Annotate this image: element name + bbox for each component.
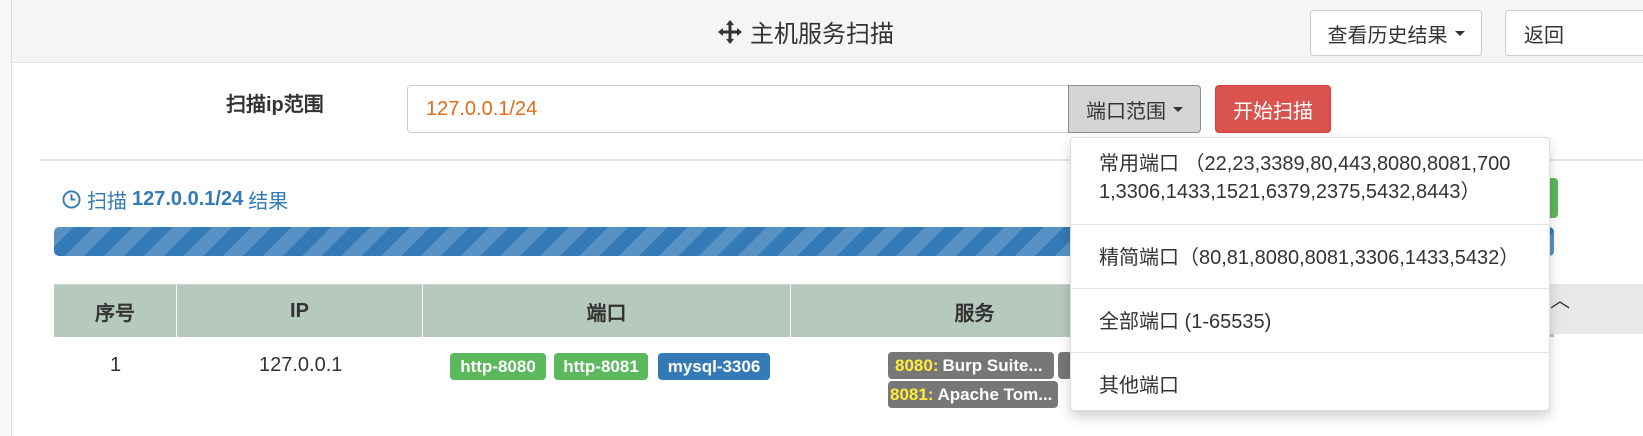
- service-badge: 8080: Burp Suite...: [888, 352, 1054, 379]
- dropdown-item-all-ports[interactable]: 全部端口 (1-65535): [1071, 308, 1549, 336]
- result-prefix: 扫描: [87, 191, 127, 213]
- result-heading: 扫描 127.0.0.1/24 结果: [62, 185, 288, 214]
- caret-down-icon: [1454, 30, 1465, 36]
- back-button[interactable]: 返回: [1505, 10, 1643, 56]
- clock-icon: [62, 190, 81, 209]
- dropdown-divider: [1071, 352, 1549, 353]
- page-title: 主机服务扫描: [718, 14, 894, 49]
- history-results-label: 查看历史结果: [1327, 24, 1448, 47]
- page-title-text: 主机服务扫描: [750, 21, 894, 48]
- caret-down-icon: [1173, 106, 1183, 112]
- dropdown-divider: [1071, 288, 1549, 289]
- service-badge: 8081: Apache Tom...: [888, 381, 1058, 408]
- scan-range-label: 扫描ip范围: [226, 94, 324, 116]
- dropdown-item-other-ports[interactable]: 其他端口: [1071, 372, 1549, 400]
- result-target: 127.0.0.1/24: [132, 188, 244, 210]
- column-header-port: 端口: [423, 285, 791, 337]
- port-badge: http-8080: [450, 353, 546, 380]
- service-port: 8081:: [890, 384, 934, 404]
- row-ip: 127.0.0.1: [259, 354, 343, 376]
- dropdown-divider: [1071, 224, 1549, 225]
- port-badge: http-8081: [554, 353, 648, 380]
- back-label: 返回: [1524, 24, 1564, 47]
- dropdown-item-line: 常用端口 （22,23,3389,80,443,8080,8081,700: [1099, 153, 1511, 175]
- crosshair-move-icon: [718, 19, 742, 44]
- left-edge-panel: [0, 0, 12, 436]
- port-badge: mysql-3306: [658, 353, 770, 380]
- dropdown-item-common-ports[interactable]: 常用端口 （22,23,3389,80,443,8080,8081,700 1,…: [1071, 150, 1549, 206]
- port-range-button[interactable]: 端口范围: [1068, 85, 1201, 133]
- service-name: Apache Tom...: [937, 384, 1053, 404]
- ip-range-input[interactable]: 127.0.0.1/24: [407, 85, 1069, 133]
- start-scan-label: 开始扫描: [1233, 100, 1313, 123]
- port-range-label: 端口范围: [1086, 100, 1166, 123]
- chevron-up-icon[interactable]: ︿: [1550, 284, 1570, 313]
- result-suffix: 结果: [248, 191, 289, 213]
- dropdown-item-line: 1,3306,1433,1521,6379,2375,5432,8443）: [1099, 181, 1481, 203]
- service-name: Burp Suite...: [942, 355, 1043, 375]
- row-index: 1: [110, 354, 122, 376]
- column-header-ip: IP: [177, 285, 423, 337]
- history-results-button[interactable]: 查看历史结果: [1310, 10, 1482, 56]
- port-range-dropdown: 常用端口 （22,23,3389,80,443,8080,8081,700 1,…: [1070, 137, 1550, 411]
- start-scan-button[interactable]: 开始扫描: [1215, 85, 1331, 133]
- service-port: 8080:: [895, 355, 939, 375]
- column-header-index: 序号: [54, 285, 177, 337]
- dropdown-item-simple-ports[interactable]: 精简端口（80,81,8080,8081,3306,1433,5432）: [1071, 244, 1549, 272]
